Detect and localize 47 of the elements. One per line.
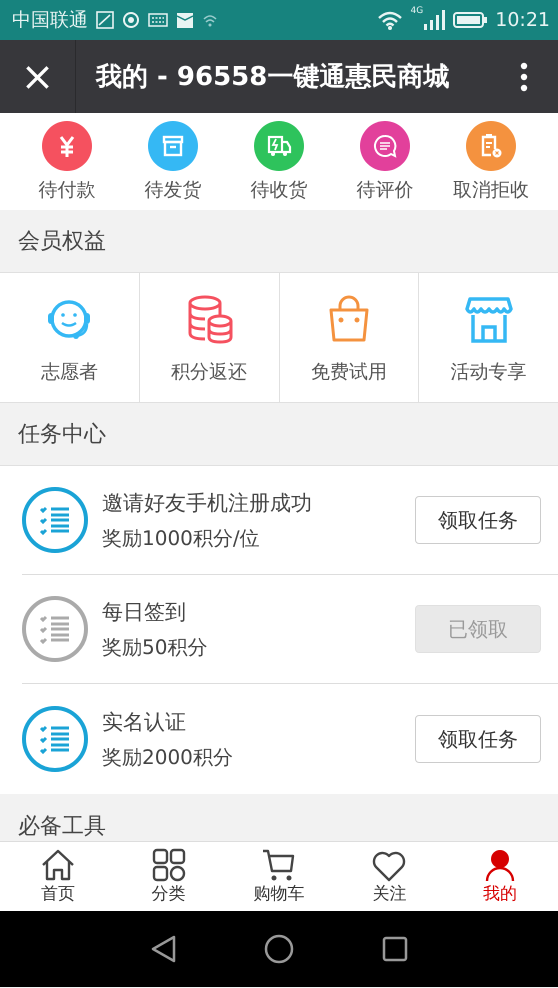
- tab-item[interactable]: 我的: [444, 842, 556, 911]
- task-list-icon: [22, 487, 88, 553]
- section-title: 必备工具: [18, 813, 106, 841]
- task-reward: 奖励1000积分/位: [102, 524, 261, 552]
- order-status-button[interactable]: 待评价: [332, 113, 438, 210]
- home-icon: [40, 848, 76, 882]
- task-reward: 奖励2000积分: [102, 744, 234, 770]
- section-title: 任务中心: [18, 421, 106, 449]
- order-status-button[interactable]: 待付款: [14, 113, 120, 210]
- task-list-icon: [22, 596, 88, 662]
- recents-icon[interactable]: [382, 936, 408, 962]
- clock: 10:21: [495, 9, 550, 31]
- chat-bubble-icon: [360, 120, 410, 170]
- network-type: 4G: [410, 6, 424, 16]
- wifi-icon: [376, 10, 403, 30]
- claim-task-button[interactable]: 领取任务: [415, 715, 541, 763]
- wifi-icon: [202, 13, 218, 27]
- order-status-button[interactable]: 待发货: [120, 113, 226, 210]
- tab-item[interactable]: 首页: [3, 842, 114, 911]
- claim-task-button[interactable]: 领取任务: [415, 496, 541, 544]
- truck-icon: [254, 120, 304, 170]
- tab-item[interactable]: 关注: [334, 842, 445, 911]
- clipboard-icon: [466, 120, 516, 170]
- keyboard-icon: [148, 13, 168, 27]
- tab-item[interactable]: 分类: [113, 842, 224, 911]
- section-title: 会员权益: [18, 228, 106, 256]
- task-reward: 奖励50积分: [102, 634, 208, 660]
- battery-icon: [453, 11, 488, 29]
- tab-item[interactable]: 购物车: [224, 842, 334, 911]
- home-circle-icon[interactable]: [264, 934, 294, 964]
- badge-icon: [122, 11, 140, 29]
- back-icon[interactable]: [150, 934, 176, 964]
- more-icon[interactable]: [520, 62, 528, 92]
- yen-icon: [42, 120, 92, 170]
- signal-icon: [423, 10, 446, 30]
- box-icon: [148, 120, 198, 170]
- task-title: 实名认证: [102, 708, 187, 736]
- order-status-button[interactable]: 待收货: [226, 113, 332, 210]
- task-title: 每日签到: [102, 598, 187, 626]
- grid-icon: [150, 848, 187, 882]
- order-status-button[interactable]: 取消拒收: [438, 113, 544, 210]
- page-title: 我的 - 96558一键通惠民商城: [94, 61, 450, 94]
- task-list-icon: [22, 706, 88, 772]
- carrier-name: 中国联通: [12, 8, 88, 33]
- image-icon: [96, 11, 114, 29]
- task-title: 邀请好友手机注册成功: [102, 490, 313, 516]
- envelope-icon: [176, 11, 194, 29]
